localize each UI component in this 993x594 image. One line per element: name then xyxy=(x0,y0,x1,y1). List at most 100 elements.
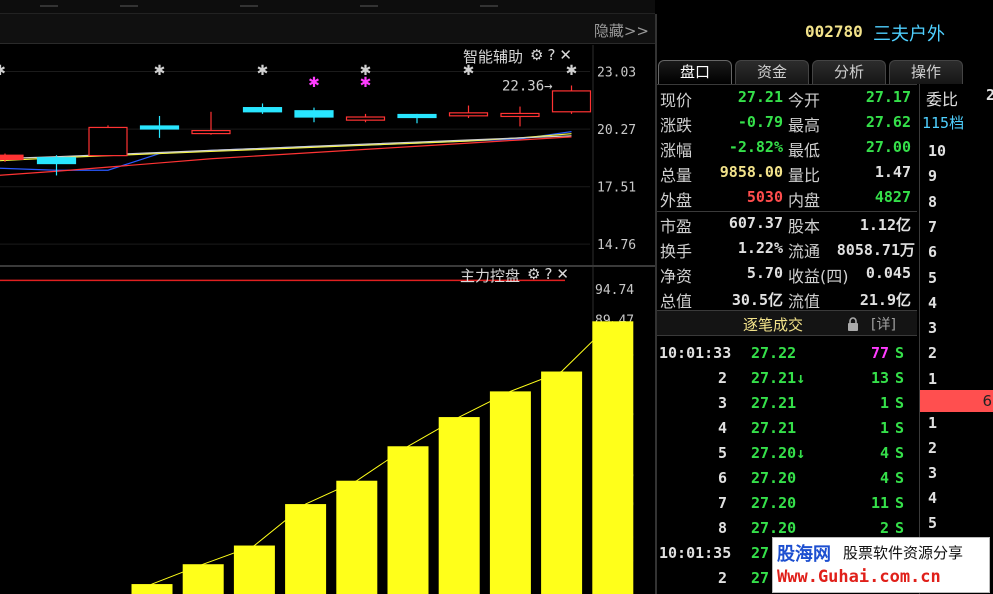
quote-label: 现价 xyxy=(660,91,693,110)
flow-bar xyxy=(541,371,583,594)
tab-analysis[interactable]: 分析 xyxy=(812,60,886,84)
trade-row: 6 27.20 4 S xyxy=(657,467,917,492)
quote-label: 内盘 xyxy=(788,191,821,210)
quote-row: 涨跌 -0.79 最高 27.62 xyxy=(657,111,917,136)
flow-panel-title: 主力控盘 xyxy=(460,267,521,285)
candlestick-chart: 23.0320.2717.5114.76✱✱✱✱✱✱✱✱22.36→ xyxy=(0,45,636,265)
quote-row: 总量 9858.00 量比 1.47 xyxy=(657,161,917,186)
star-marker: ✱ xyxy=(0,63,6,79)
trade-time: 10:01:35 xyxy=(659,544,732,562)
book-ratio-label: 委比 xyxy=(926,90,959,109)
quote-value: 27.62 xyxy=(865,113,911,131)
flow-bar xyxy=(285,504,327,594)
book-level: 10 xyxy=(928,142,947,160)
book-level: 4 xyxy=(928,293,938,312)
flow-bar xyxy=(438,417,480,594)
book-mid-value: 6 xyxy=(982,392,992,410)
trade-volume: 13 xyxy=(870,369,889,387)
quote-value: 5030 xyxy=(746,188,783,206)
book-level: 7 xyxy=(928,217,938,236)
quote-row: 净资 5.70 收益(四) 0.045 xyxy=(657,262,917,287)
quote-value: -0.79 xyxy=(737,113,783,131)
quote-row: 现价 27.21 今开 27.17 xyxy=(657,86,917,111)
quote-value: 8058.71万 xyxy=(836,241,915,259)
quote-label: 外盘 xyxy=(660,191,693,210)
book-ratio-value: 2 xyxy=(986,86,993,104)
quote-label: 涨跌 xyxy=(660,116,693,135)
book-level: 4 xyxy=(928,489,938,507)
quote-label: 今开 xyxy=(788,91,821,110)
stock-name[interactable]: 三夫户外 xyxy=(873,20,945,46)
trade-side: S xyxy=(895,519,905,537)
tab-pankou[interactable]: 盘口 xyxy=(658,60,732,84)
candle-body xyxy=(0,154,24,160)
book-level: 3 xyxy=(928,464,938,482)
tab-operation[interactable]: 操作 xyxy=(889,60,963,84)
candle-body xyxy=(551,90,592,113)
quote-value: 27.17 xyxy=(865,88,911,106)
quote-label: 总值 xyxy=(660,292,693,311)
quote-value: 4827 xyxy=(874,188,911,206)
trade-row: 7 27.20 11 S xyxy=(657,492,917,517)
trade-volume: 77 xyxy=(870,344,889,362)
quote-divider xyxy=(657,211,917,212)
quote-value: 27.00 xyxy=(865,138,911,156)
stock-code: 002780 xyxy=(805,22,863,41)
trade-row: 5 27.20↓ 4 S xyxy=(657,442,917,467)
y-tick-label: 17.51 xyxy=(597,181,636,196)
top-strip xyxy=(0,0,655,14)
flow-bar xyxy=(336,480,378,594)
quote-value: 21.9亿 xyxy=(859,291,911,309)
quote-label: 换手 xyxy=(660,242,693,261)
book-level: 3 xyxy=(928,319,938,338)
ma-line xyxy=(0,135,572,160)
lock-icon[interactable] xyxy=(847,317,859,331)
book-level: 1 xyxy=(928,414,938,432)
quote-value: 9858.00 xyxy=(719,163,783,181)
trade-side: S xyxy=(895,469,905,487)
star-marker: ✱ xyxy=(257,63,269,79)
star-marker: ✱ xyxy=(154,63,166,79)
tab-funds[interactable]: 资金 xyxy=(735,60,809,84)
y-tick-label: 20.27 xyxy=(597,123,636,138)
star-marker: ✱ xyxy=(566,63,578,79)
trades-detail-link[interactable]: [详] xyxy=(871,314,896,334)
quote-label: 流值 xyxy=(788,292,821,311)
strip-divider xyxy=(480,5,498,7)
price-chart-panel[interactable]: 23.0320.2717.5114.76✱✱✱✱✱✱✱✱22.36→ 智能辅助 … xyxy=(0,45,655,265)
candle-body xyxy=(139,125,180,130)
trade-index: 2 xyxy=(717,569,727,587)
candle-body xyxy=(448,112,489,117)
trade-side: S xyxy=(895,494,905,512)
trade-volume: 4 xyxy=(879,444,889,462)
y-tick-label: 14.76 xyxy=(597,238,636,253)
quote-value: 607.37 xyxy=(728,214,783,232)
hide-panel-button[interactable]: 隐藏>> xyxy=(594,20,649,41)
quote-label: 股本 xyxy=(788,217,821,236)
quote-value: 27.21 xyxy=(737,88,783,106)
candle-body xyxy=(88,126,128,157)
y-tick-label: 94.74 xyxy=(595,283,634,298)
trade-row: 10:01:33 27.22 77 S xyxy=(657,342,917,367)
flow-bar xyxy=(592,321,634,594)
quote-sidebar: 002780 三夫户外 盘口 资金 分析 操作 现价 27.21 今开 27.17 涨跌… xyxy=(657,14,993,594)
price-panel-controls[interactable]: ⚙?✕ xyxy=(530,46,576,64)
trade-volume: 2 xyxy=(879,519,889,537)
star-marker: ✱ xyxy=(308,75,320,91)
stock-header: 002780 三夫户外 xyxy=(657,14,993,54)
price-panel-title: 智能辅助 xyxy=(463,48,524,66)
flow-panel-controls[interactable]: ⚙?✕ xyxy=(527,265,573,283)
quote-label: 总量 xyxy=(660,166,693,185)
quote-value: 1.12亿 xyxy=(859,216,911,234)
trades-header: 逐笔成交 [详] xyxy=(657,310,917,336)
trade-side: S xyxy=(895,394,905,412)
trades-title: 逐笔成交 xyxy=(743,316,804,334)
flow-chart-panel[interactable]: 94.7489.4784.2178.9573.6868.4263.1657.89… xyxy=(0,265,655,594)
quote-value: 5.70 xyxy=(746,264,783,282)
site-watermark: 股海网 股票软件资源分享 Www.Guhai.com.cn xyxy=(772,537,990,593)
book-depth-label: 115档 xyxy=(922,114,965,132)
trade-side: S xyxy=(895,369,905,387)
quote-value: 30.5亿 xyxy=(731,291,783,309)
chart-toolbar: 隐藏>> xyxy=(0,14,655,44)
trade-row: 3 27.21 1 S xyxy=(657,392,917,417)
